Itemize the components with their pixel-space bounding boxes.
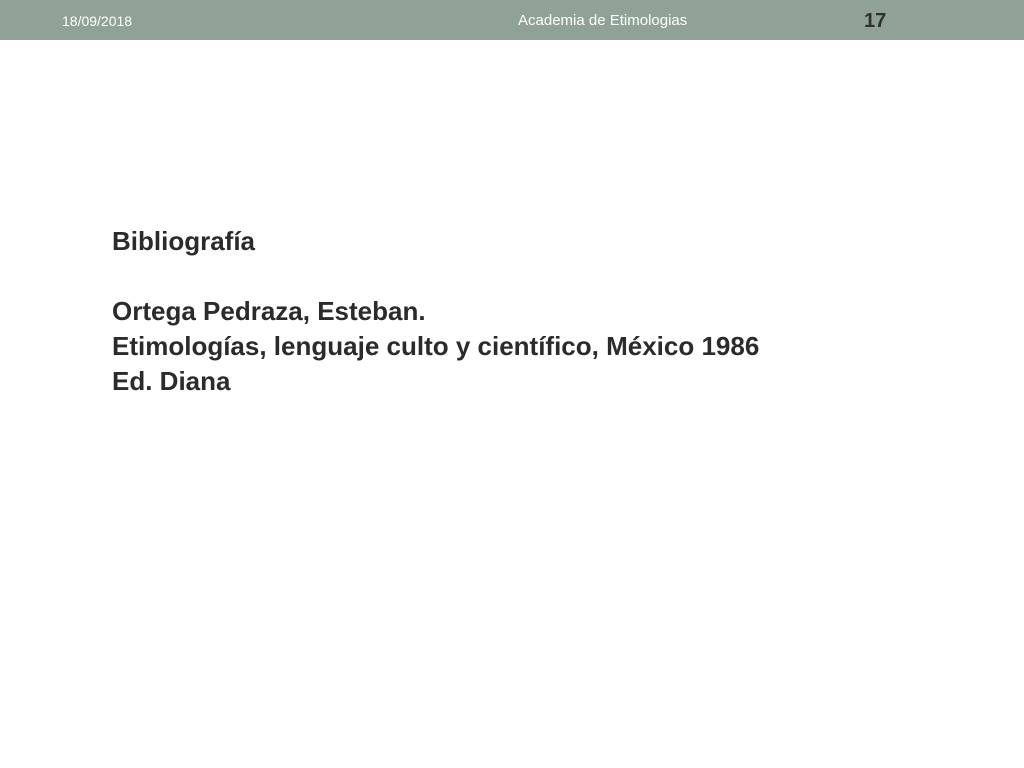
slide: 18/09/2018 Academia de Etimologias 17 Bi… bbox=[0, 0, 1024, 768]
slide-page-number: 17 bbox=[864, 10, 887, 32]
header-bar: 18/09/2018 Academia de Etimologias 17 bbox=[0, 0, 1024, 40]
bibliography-heading: Bibliografía bbox=[112, 226, 256, 256]
slide-footer-title: Academia de Etimologias bbox=[518, 12, 688, 29]
bibliography-work: Etimologías, lenguaje culto y científico… bbox=[112, 331, 760, 361]
bibliography-author: Ortega Pedraza, Esteban. bbox=[112, 296, 426, 326]
slide-date: 18/09/2018 bbox=[62, 13, 133, 29]
bibliography-text: Bibliografía Ortega Pedraza, Esteban. Et… bbox=[112, 224, 932, 399]
bibliography-publisher: Ed. Diana bbox=[112, 366, 231, 396]
